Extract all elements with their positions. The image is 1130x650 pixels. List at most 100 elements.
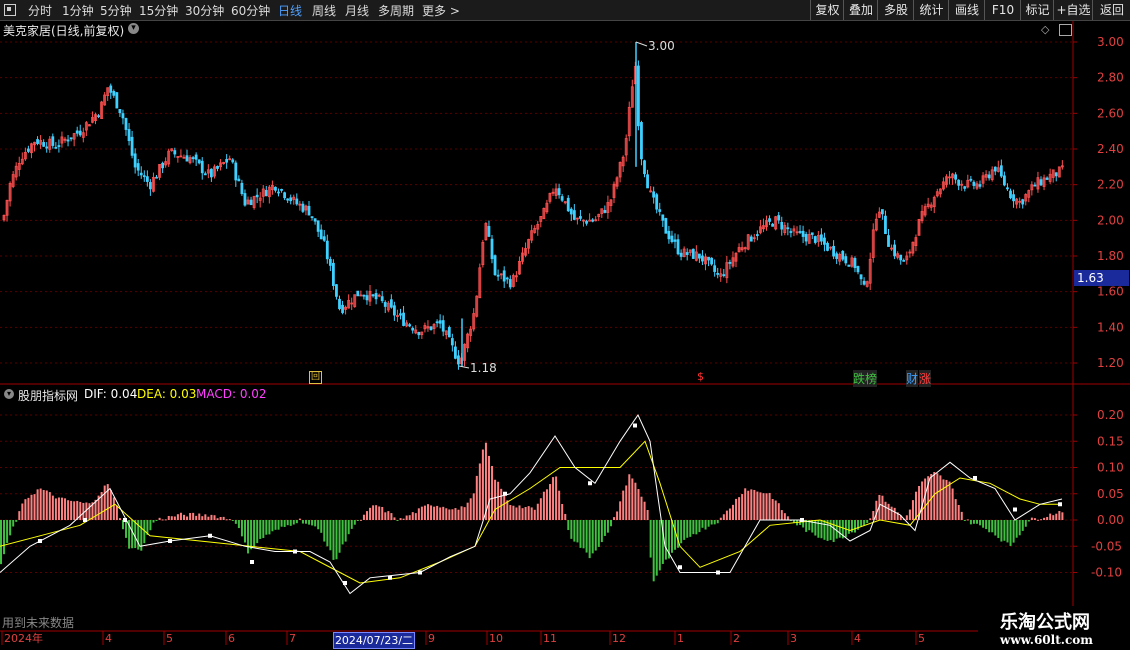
candle-body [145,176,149,182]
event-marker-finance[interactable]: 财 [906,370,919,387]
macd-bar [134,520,137,549]
candle-body [1030,184,1034,191]
candle-body [130,136,134,156]
back-button[interactable]: 返回 [1092,0,1130,20]
period-tab-daily[interactable]: 日线 [278,2,302,19]
macd-bar [991,520,994,533]
macd-bar [643,501,646,520]
window-menu-icon[interactable] [4,4,16,16]
macd-bar [475,475,478,520]
macd-bar [295,520,298,524]
diamond-icon[interactable]: ◇ [1041,23,1049,36]
macd-bar [847,520,850,534]
macd-bar [911,500,914,520]
macd-bar [463,507,466,520]
macd-bar [112,497,115,520]
macd-bar [115,505,118,520]
candle-body [911,241,915,254]
time-tick-label: 12 [612,632,626,645]
candle-body [84,122,88,131]
macd-bar [423,505,426,520]
macd-bar [411,512,414,520]
statistics-button[interactable]: 统计 [913,0,949,20]
period-tab-15min[interactable]: 15分钟 [139,2,178,19]
event-marker-return[interactable]: 回 [309,371,322,384]
macd-bar [344,520,347,542]
macd-bar [283,520,286,527]
period-tab-more[interactable]: 更多 > [422,2,460,19]
period-tab-weekly[interactable]: 周线 [312,2,336,19]
candle-body [701,255,704,262]
period-tab-30min[interactable]: 30分钟 [185,2,224,19]
candle-body [441,320,445,332]
macd-bar [884,501,887,520]
macd-bar [18,511,21,520]
period-tab-1min[interactable]: 1分钟 [62,2,94,19]
candle-body [103,94,107,106]
macd-bar [820,520,823,539]
macd-bar [579,520,582,548]
macd-bar [893,507,896,520]
macd-bar [1046,516,1049,520]
mark-button[interactable]: 标记 [1020,0,1054,20]
candle-body [978,184,982,187]
candle-body [804,233,808,242]
macd-bar [1037,519,1039,521]
period-tab-5min[interactable]: 5分钟 [100,2,132,19]
candle-body [277,191,280,194]
macd-bar [491,465,494,520]
candle-body [106,87,110,96]
multi-stock-button[interactable]: 多股 [877,0,914,20]
event-marker-loser-list[interactable]: 跌榜 [853,370,878,387]
adjust-button[interactable]: 复权 [810,0,844,20]
overlay-button[interactable]: 叠加 [843,0,878,20]
candle-body [554,188,558,196]
macd-bar [347,520,350,535]
macd-bar [262,520,265,538]
candle-body [810,232,814,235]
chevron-down-icon[interactable]: ▾ [128,23,139,34]
macd-bar [817,520,820,538]
macd-bar [1033,518,1036,520]
macd-bar [509,505,512,520]
draw-line-button[interactable]: 画线 [948,0,985,20]
candle-body [649,190,652,193]
candle-body [313,218,317,222]
macd-bar [469,498,472,520]
macd-bar [918,486,921,520]
macd-bar [247,520,250,554]
candle-body [206,169,210,174]
candle-body [188,157,192,164]
indicator-name[interactable]: 股朋指标网 [18,387,78,404]
candle-body [938,188,942,195]
candle-body [478,267,482,299]
period-tab-multi[interactable]: 多周期 [378,2,414,19]
candle-body [807,234,811,244]
period-tab-monthly[interactable]: 月线 [345,2,369,19]
panel-layout-icon[interactable] [1059,24,1072,36]
watermark-url: www.60lt.com [1000,633,1093,647]
candle-body [594,219,598,222]
macd-bar [552,477,555,520]
f10-button[interactable]: F10 [984,0,1021,20]
macd-bar [652,520,655,582]
candle-body [350,302,354,305]
candle-body [429,326,433,331]
candle-body [521,252,524,262]
candle-body [359,294,363,297]
event-marker-dollar[interactable]: $ [697,370,704,383]
period-tab-60min[interactable]: 60分钟 [231,2,270,19]
candle-body [466,333,470,349]
time-tick-label: 4 [854,632,861,645]
price-tick-label: 3.00 [1097,35,1124,49]
period-tab-intraday[interactable]: 分时 [28,2,52,19]
add-watchlist-button[interactable]: +自选 [1053,0,1093,20]
candle-body [917,219,921,236]
macd-bar [125,520,128,538]
stock-title[interactable]: 美克家居(日线,前复权) [3,22,124,39]
indicator-menu-icon[interactable]: ▾ [4,389,14,399]
event-marker-rise[interactable]: 涨 [919,370,932,387]
macd-bar [732,504,734,520]
candle-body [542,207,546,220]
candle-body [664,218,668,234]
